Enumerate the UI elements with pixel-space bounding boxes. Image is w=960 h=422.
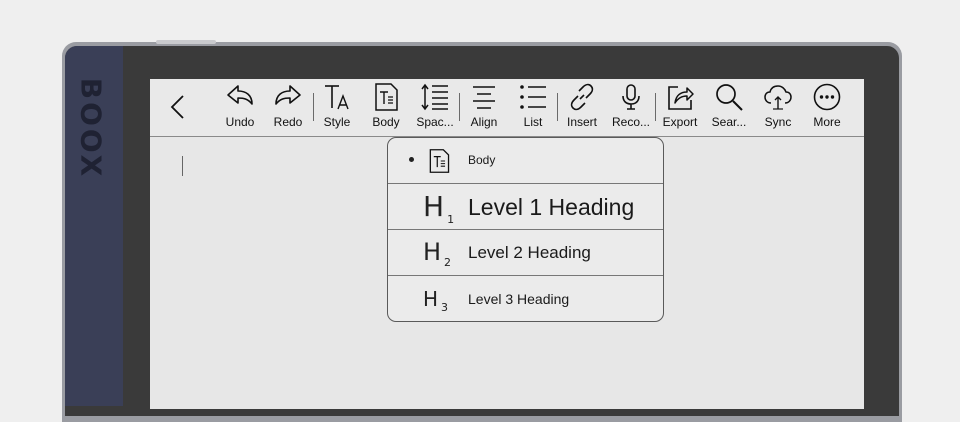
style-option-label: Level 3 Heading [468,291,570,307]
toolbar: Undo Redo Style Body Spac... Align List … [150,79,864,137]
style-option-h3[interactable]: H3 Level 3 Heading [388,276,663,321]
undo-button[interactable]: Undo [215,82,265,132]
spacing-button[interactable]: Spac... [410,82,460,132]
search-button[interactable]: Sear... [704,82,754,132]
link-icon [570,83,594,111]
spacing-label: Spac... [416,115,454,129]
style-option-label: Level 2 Heading [468,243,591,262]
list-icon [520,85,546,109]
device-bezel-right [864,79,899,409]
undo-icon [227,85,253,105]
selected-bullet [409,157,414,162]
cloud-sync-icon [764,85,792,110]
chevron-left-icon [170,95,184,119]
more-icon [813,83,841,111]
align-button[interactable]: Align [459,82,509,132]
align-icon [473,86,495,109]
sync-label: Sync [764,115,792,129]
text-style-icon [325,85,349,110]
search-icon [716,84,743,111]
body-label: Body [372,115,400,129]
insert-button[interactable]: Insert [557,82,607,132]
redo-icon [275,85,301,105]
heading-2-icon: H2 [423,238,452,269]
style-label: Style [323,115,351,129]
search-label: Sear... [711,115,747,129]
brand-logo: BOOX [74,77,108,179]
body-text-icon [375,83,398,111]
heading-1-icon: H1 [423,190,455,226]
screen: Undo Redo Style Body Spac... Align List … [150,79,864,409]
record-button[interactable]: Reco... [606,82,656,132]
line-spacing-icon [421,83,448,111]
microphone-icon [622,84,640,110]
power-button [156,40,216,44]
text-cursor [182,156,183,176]
export-label: Export [662,115,698,129]
style-option-h2[interactable]: H2 Level 2 Heading [388,230,663,276]
style-dropdown: Body H1 Level 1 Heading H2 Level 2 Headi… [387,137,664,322]
style-option-label: Level 1 Heading [468,194,635,220]
redo-button[interactable]: Redo [263,82,313,132]
brand-logo-text: BOOX [74,77,108,179]
heading-3-icon: H3 [423,287,449,314]
body-button[interactable]: Body [361,82,411,132]
more-button[interactable]: More [802,82,852,132]
insert-label: Insert [566,115,597,129]
style-option-h1[interactable]: H1 Level 1 Heading [388,184,663,230]
record-label: Reco... [611,115,650,129]
list-label: List [523,115,543,129]
sync-button[interactable]: Sync [753,82,803,132]
style-option-label: Body [468,153,496,167]
style-option-body[interactable]: Body [388,138,663,184]
list-button[interactable]: List [508,82,558,132]
redo-label: Redo [273,115,303,129]
export-icon [668,86,694,110]
undo-label: Undo [225,115,255,129]
body-text-icon [429,149,450,173]
style-button[interactable]: Style [312,82,362,132]
align-label: Align [470,115,498,129]
export-button[interactable]: Export [655,82,705,132]
more-label: More [813,115,841,129]
back-button[interactable] [164,91,192,123]
